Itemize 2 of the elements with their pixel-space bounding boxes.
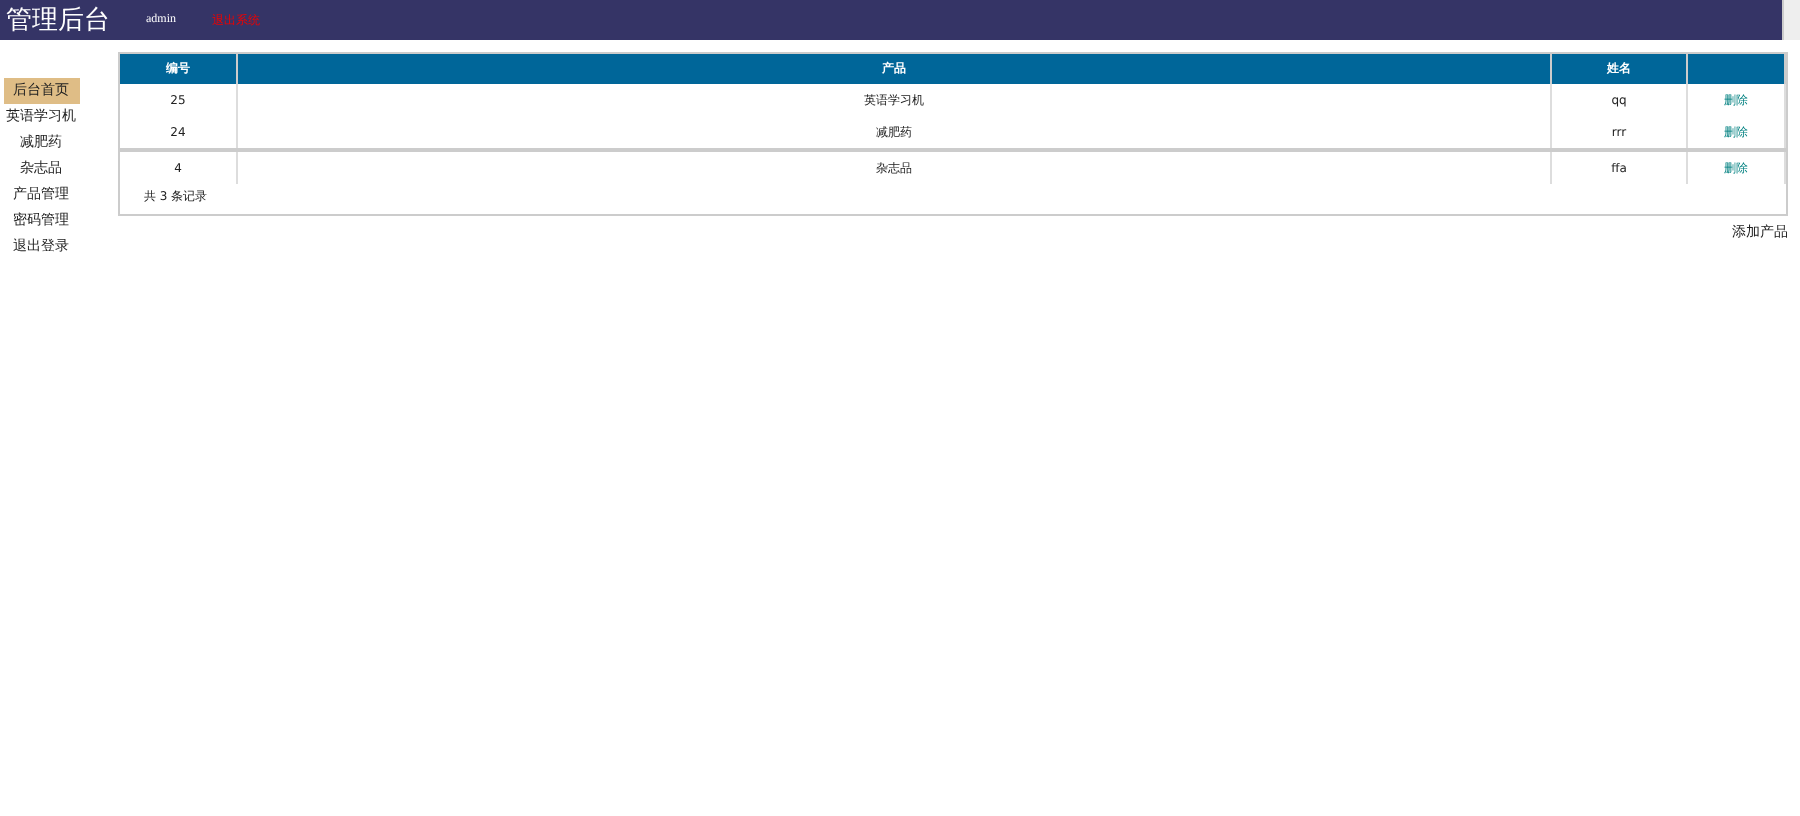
app-title: 管理后台 (6, 4, 110, 38)
scrollbar[interactable] (1782, 0, 1800, 40)
